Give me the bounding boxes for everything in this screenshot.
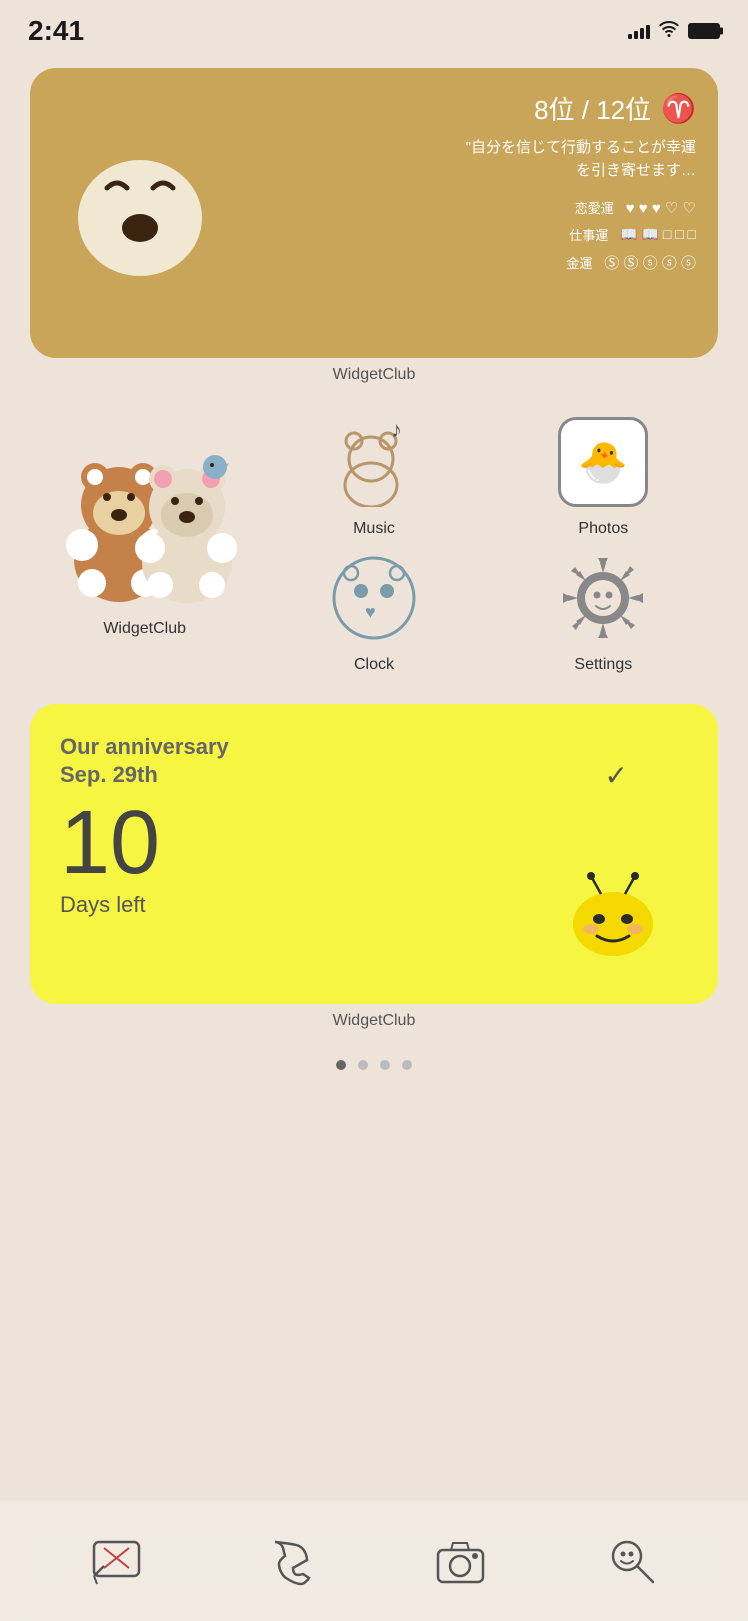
horoscope-widget-label: WidgetClub [0, 366, 748, 384]
anniversary-widget[interactable]: Our anniversary Sep. 29th 10 Days left ✓ [30, 704, 718, 1004]
bee-illustration [553, 864, 673, 969]
bear-illustration [45, 88, 265, 338]
horoscope-widget[interactable]: 8位 / 12位 ♈ "自分を信じて行動することが幸運を引き寄せます… 恋愛運 … [30, 68, 718, 358]
photos-label: Photos [578, 520, 628, 538]
signal-icon [628, 23, 650, 39]
phone-icon [261, 1534, 316, 1589]
dock-camera[interactable] [425, 1526, 495, 1596]
page-dots [0, 1060, 748, 1070]
settings-label: Settings [574, 656, 632, 674]
app-grid: ♪ Music 🐣 Photos [0, 392, 748, 694]
horoscope-quote: "自分を信じて行動することが幸運を引き寄せます… [456, 137, 696, 182]
bear-svg [45, 88, 255, 338]
dock-search[interactable] [597, 1526, 667, 1596]
anniversary-title: Our anniversary Sep. 29th [60, 734, 688, 788]
checkmark-decoration: ✓ [605, 759, 628, 792]
chick-emoji: 🐣 [578, 439, 628, 486]
page-dot-3[interactable] [380, 1060, 390, 1070]
bears-svg [47, 415, 242, 610]
app-widgetclub-bears[interactable]: WidgetClub [30, 412, 259, 674]
page-dot-4[interactable] [402, 1060, 412, 1070]
camera-icon [433, 1534, 488, 1589]
search-icon [605, 1534, 660, 1589]
horoscope-stats: 恋愛運 ♥ ♥ ♥ ♡ ♡ 仕事運 📖 📖 □ □ □ 金運 Ⓢ Ⓢ ⓢ ⓢ ⓢ [456, 198, 696, 273]
clock-icon-wrapper: ♥ [324, 548, 424, 648]
clock-label: Clock [354, 656, 394, 674]
battery-icon [688, 23, 720, 39]
svg-text:♥: ♥ [365, 602, 376, 622]
app-photos[interactable]: 🐣 Photos [489, 412, 718, 538]
clock-icon: ♥ [329, 553, 419, 643]
app-settings[interactable]: Settings [489, 548, 718, 674]
wifi-icon [658, 21, 680, 42]
horoscope-rank: 8位 / 12位 ♈ [456, 90, 696, 127]
dock [0, 1501, 748, 1621]
dock-phone[interactable] [253, 1526, 323, 1596]
photos-icon-wrapper: 🐣 [553, 412, 653, 512]
dock-messages[interactable] [81, 1526, 151, 1596]
svg-text:♪: ♪ [391, 417, 402, 442]
status-bar: 2:41 [0, 0, 748, 50]
music-icon: ♪ [329, 417, 419, 507]
music-label: Music [353, 520, 395, 538]
page-dot-1[interactable] [336, 1060, 346, 1070]
status-icons [628, 21, 720, 42]
widgetclub-bears-label: WidgetClub [103, 620, 186, 638]
bears-icon-wrapper [45, 412, 245, 612]
settings-icon [558, 553, 648, 643]
bee-svg [553, 864, 673, 964]
app-clock[interactable]: ♥ Clock [259, 548, 488, 674]
page-dot-2[interactable] [358, 1060, 368, 1070]
music-icon-wrapper: ♪ [324, 412, 424, 512]
money-stat: 金運 Ⓢ Ⓢ ⓢ ⓢ ⓢ [456, 252, 696, 273]
settings-icon-wrapper [553, 548, 653, 648]
love-stat: 恋愛運 ♥ ♥ ♥ ♡ ♡ [456, 198, 696, 217]
status-time: 2:41 [28, 15, 84, 47]
anniversary-widget-label: WidgetClub [0, 1012, 748, 1030]
photos-icon: 🐣 [558, 417, 648, 507]
app-music[interactable]: ♪ Music [259, 412, 488, 538]
horoscope-content: 8位 / 12位 ♈ "自分を信じて行動することが幸運を引き寄せます… 恋愛運 … [456, 90, 696, 281]
messages-icon [89, 1534, 144, 1589]
work-stat: 仕事運 📖 📖 □ □ □ [456, 225, 696, 244]
